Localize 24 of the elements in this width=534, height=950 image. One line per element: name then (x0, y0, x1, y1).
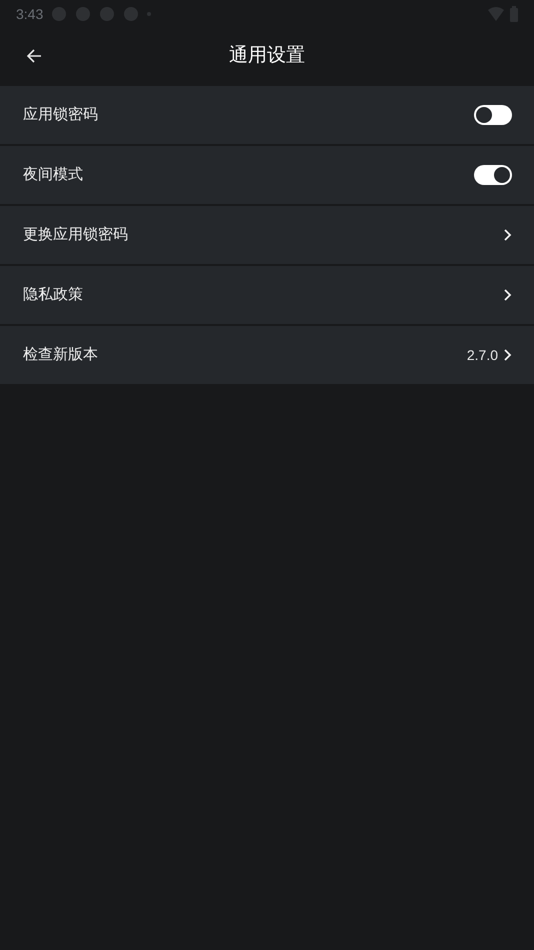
chevron-right-icon (502, 288, 512, 302)
setting-label: 隐私政策 (23, 284, 83, 305)
settings-row[interactable]: 夜间模式 (0, 146, 534, 206)
status-time: 3:43 (16, 4, 44, 24)
version-text: 2.7.0 (466, 346, 498, 364)
page-title: 通用设置 (229, 44, 305, 68)
battery-icon (510, 6, 518, 22)
settings-row[interactable]: 隐私政策 (0, 266, 534, 326)
settings-row[interactable]: 应用锁密码 (0, 86, 534, 146)
setting-label: 应用锁密码 (23, 104, 98, 125)
toggle-switch[interactable] (474, 105, 512, 125)
notification-icon (123, 6, 140, 22)
chevron-right-icon (502, 228, 512, 242)
settings-row[interactable]: 更换应用锁密码 (0, 206, 534, 266)
setting-label: 更换应用锁密码 (23, 224, 128, 245)
notification-icon (99, 6, 116, 22)
toggle-switch[interactable] (474, 165, 512, 185)
chevron-right-icon (502, 348, 512, 362)
notification-icon (51, 6, 68, 22)
wifi-icon (488, 7, 504, 21)
setting-label: 夜间模式 (23, 164, 83, 185)
setting-label: 检查新版本 (23, 344, 98, 365)
settings-row[interactable]: 检查新版本 2.7.0 (0, 326, 534, 386)
notification-icon (75, 6, 92, 22)
